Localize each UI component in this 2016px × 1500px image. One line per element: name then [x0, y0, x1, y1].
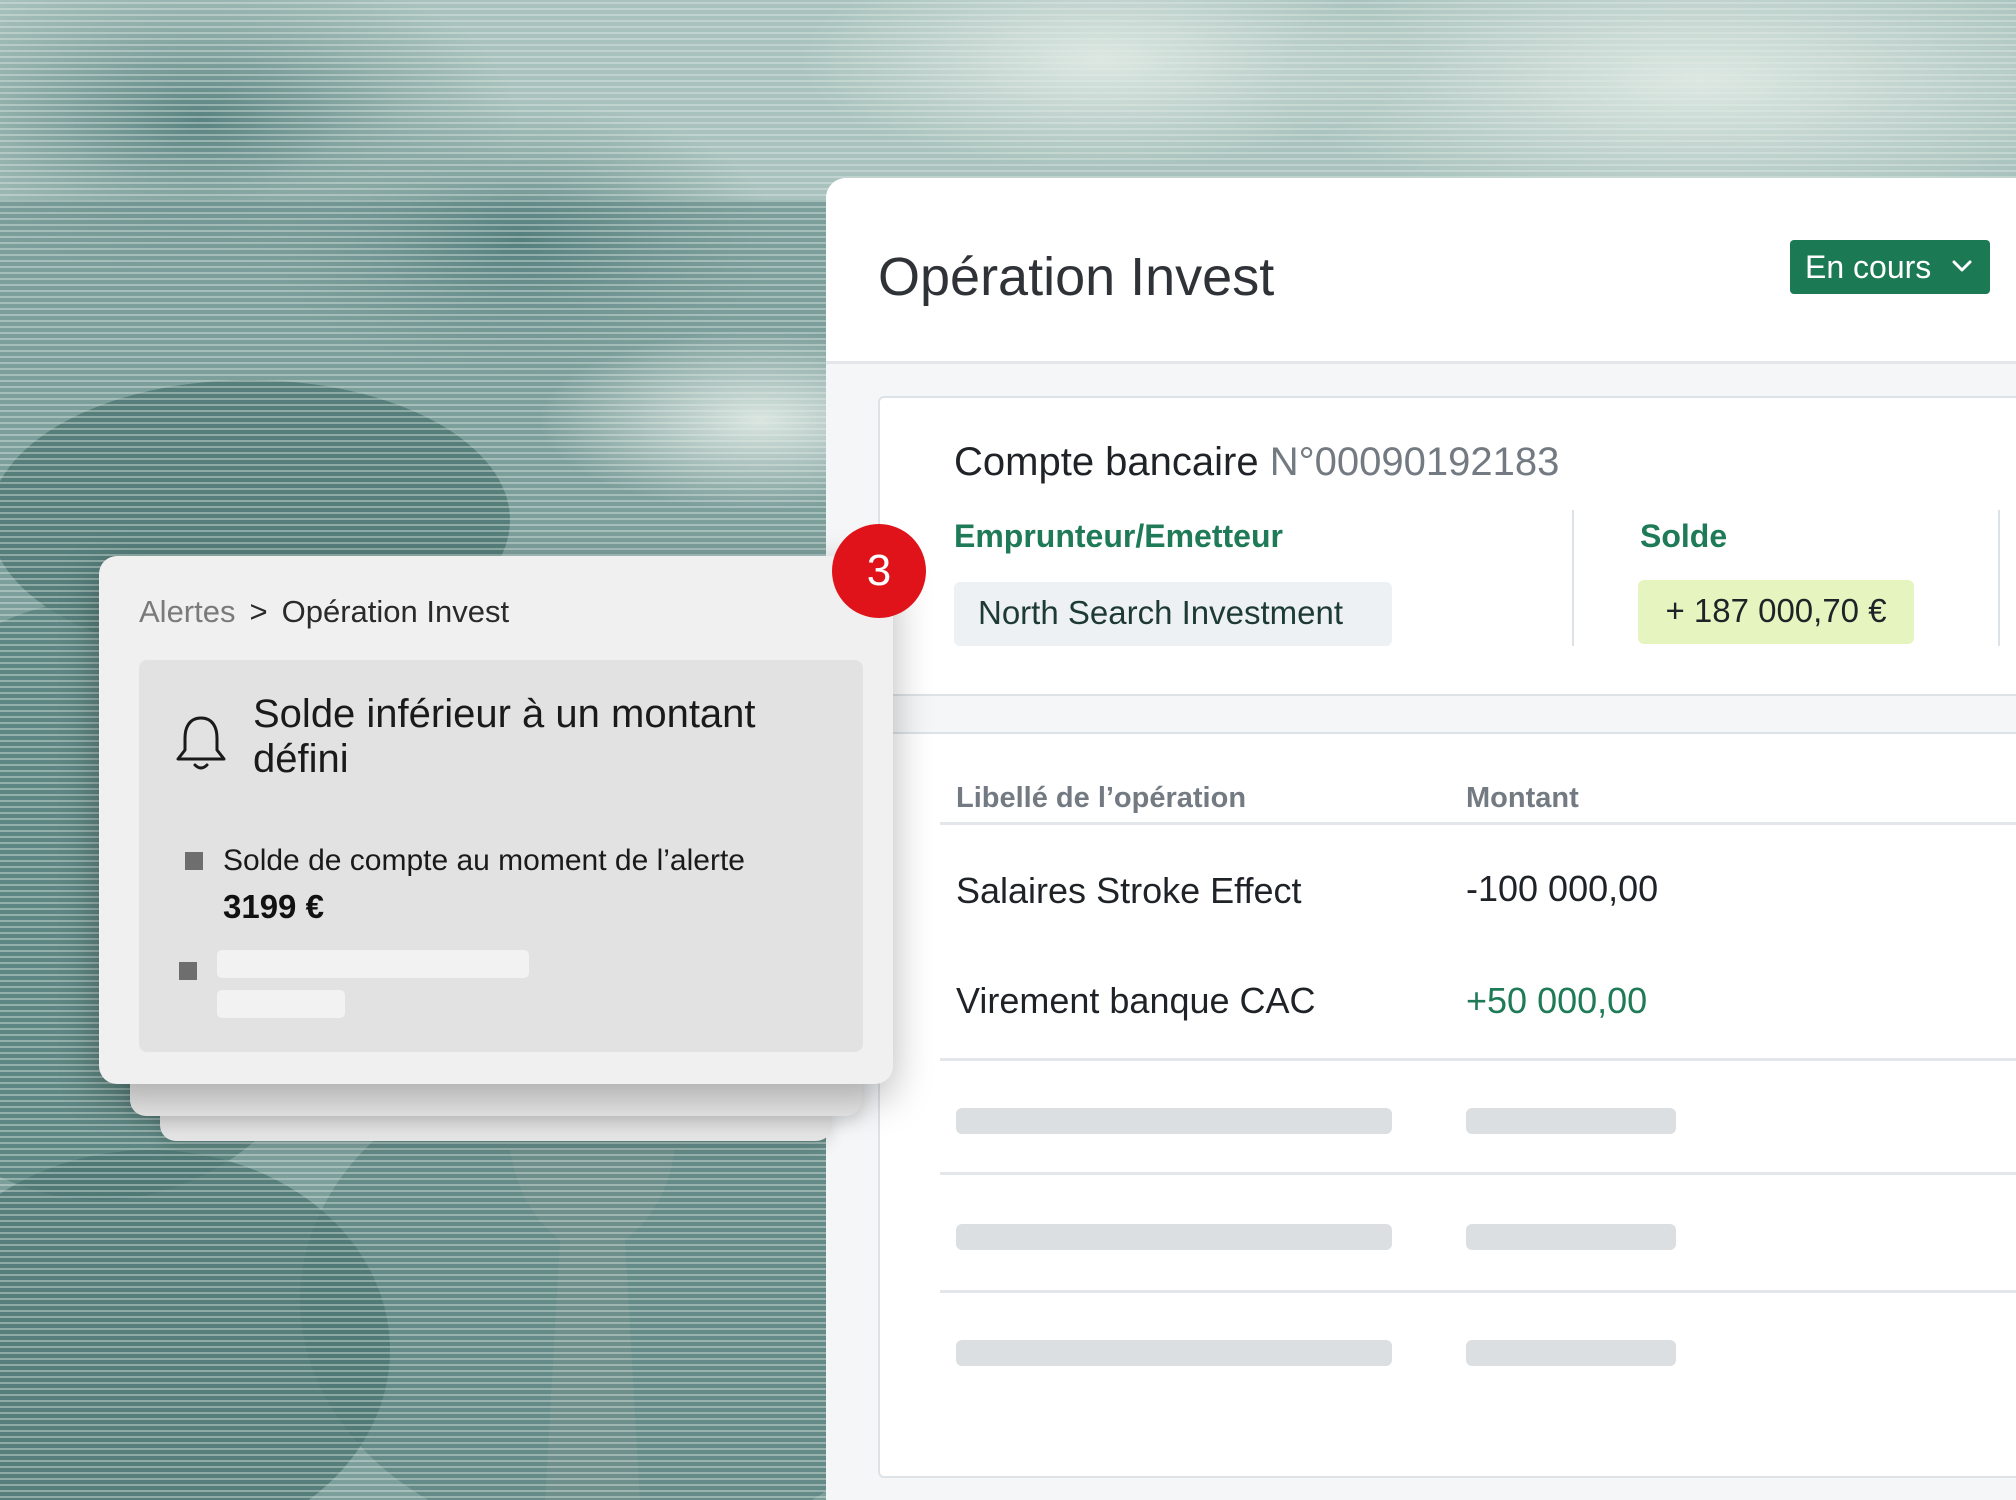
placeholder-label	[956, 1108, 1392, 1134]
account-title-label: Compte bancaire	[954, 440, 1259, 484]
column-divider	[1998, 510, 2000, 646]
operation-amount: -100 000,00	[1466, 868, 1659, 909]
row-divider	[940, 1172, 2016, 1175]
column-header-label: Libellé de l’opération	[956, 782, 1247, 814]
bullet-marker	[179, 962, 197, 980]
alert-title: Solde inférieur à un montant défini	[253, 692, 756, 781]
row-divider	[940, 1290, 2016, 1293]
account-title: Compte bancaire N°00090192183	[954, 440, 1559, 485]
placeholder-line	[217, 990, 345, 1018]
page-title: Opération Invest	[878, 247, 1275, 307]
account-number: N°00090192183	[1269, 440, 1560, 484]
alert-detail-label: Solde de compte au moment de l’alerte	[223, 844, 745, 877]
bullet-marker	[185, 852, 203, 870]
alert-card[interactable]: Alertes > Opération Invest Solde inférieur…	[99, 556, 893, 1084]
alert-details: Solde inférieur à un montant défini Sold…	[139, 660, 863, 1052]
placeholder-amount	[1466, 1340, 1676, 1366]
borrower-label: Emprunteur/Emetteur	[954, 518, 1283, 554]
row-divider	[940, 1058, 2016, 1061]
alert-detail-value: 3199 €	[223, 888, 324, 925]
status-dropdown[interactable]: En cours	[1790, 240, 1990, 294]
chevron-down-icon	[1952, 260, 1972, 272]
placeholder-line	[217, 950, 529, 978]
balance-value: + 187 000,70 €	[1638, 580, 1914, 644]
operation-label[interactable]: Virement banque CAC	[956, 980, 1316, 1022]
placeholder-amount	[1466, 1224, 1676, 1250]
operations-table: Libellé de l’opération Montant Salaires …	[878, 732, 2016, 1478]
bank-account-card: Compte bancaire N°00090192183 Emprunteur…	[878, 396, 2016, 696]
placeholder-amount	[1466, 1108, 1676, 1134]
column-divider	[1572, 510, 1574, 646]
bell-icon	[176, 716, 226, 770]
breadcrumb-separator: >	[249, 594, 268, 629]
header-divider	[940, 822, 2016, 825]
step-badge: 3	[832, 524, 926, 618]
borrower-value: North Search Investment	[954, 582, 1392, 646]
operation-amount: +50 000,00	[1466, 980, 1648, 1021]
balance-label: Solde	[1640, 518, 1728, 554]
panel-header: Opération Invest En cours	[826, 178, 2016, 364]
status-dropdown-label: En cours	[1805, 248, 1932, 285]
breadcrumb-current: Opération Invest	[281, 594, 510, 629]
breadcrumb: Alertes > Opération Invest	[139, 594, 509, 630]
breadcrumb-parent[interactable]: Alertes	[139, 594, 235, 629]
column-header-amount: Montant	[1466, 782, 1579, 814]
operation-label[interactable]: Salaires Stroke Effect	[956, 870, 1302, 912]
operation-panel: Opération Invest En cours Compte bancair…	[826, 178, 2016, 1500]
placeholder-label	[956, 1224, 1392, 1250]
placeholder-label	[956, 1340, 1392, 1366]
